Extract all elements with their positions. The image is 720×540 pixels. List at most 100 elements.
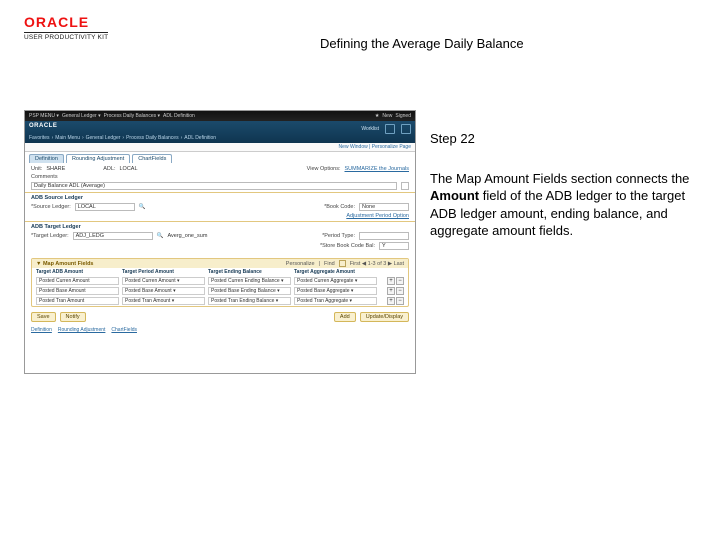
menu-item: Process Daily Balances ▾ <box>104 113 160 119</box>
adjustment-period-link[interactable]: Adjustment Period Option <box>346 213 409 219</box>
adb-amount-field: Posted Base Amount <box>36 287 119 295</box>
viewopt-label: View Options: <box>307 166 341 172</box>
adl-value: LOCAL <box>120 166 138 172</box>
personalize-link[interactable]: Personalize <box>286 261 315 267</box>
aggregate-amount-select[interactable]: Posted Tran Aggregate ▾ <box>294 297 377 305</box>
adb-amount-field: Posted Curren Amount <box>36 277 119 285</box>
expand-icon[interactable] <box>401 182 409 190</box>
menu-item: PSP MENU ▾ <box>29 113 59 119</box>
map-section-heading[interactable]: ▼ Map Amount Fields <box>36 261 94 267</box>
bookcode-select[interactable]: None <box>359 203 409 211</box>
page-header: ORACLE USER PRODUCTIVITY KIT Defining th… <box>0 14 720 54</box>
ending-balance-select[interactable]: Posted Tran Ending Balance ▾ <box>208 297 291 305</box>
instruction-panel: Step 22 The Map Amount Fields section co… <box>430 130 700 240</box>
bookcode-label: *Book Code: <box>324 204 355 210</box>
col-target-adb-amount: Target ADB Amount <box>36 269 119 275</box>
crumb: General Ledger <box>86 135 121 141</box>
add-button[interactable]: Add <box>334 312 356 322</box>
unit-value: SHARE <box>46 166 65 172</box>
col-target-ending-balance: Target Ending Balance <box>208 269 291 275</box>
app-brand: ORACLE <box>29 123 57 129</box>
remove-row-button[interactable]: − <box>396 297 404 305</box>
topbar-label: ★ <box>375 113 379 119</box>
menu-item: General Ledger ▾ <box>62 113 101 119</box>
footer-link-definition[interactable]: Definition <box>31 327 52 333</box>
adb-amount-field: Posted Tran Amount <box>36 297 119 305</box>
codebal-label: *Store Book Code Bal: <box>320 243 375 249</box>
bluebar-tools: Worklist <box>361 124 411 134</box>
footer-links: Definition Rounding Adjustment ChartFiel… <box>25 324 415 336</box>
source-ledger-label: *Source Ledger: <box>31 204 71 210</box>
app-bluebar: ORACLE Favorites› Main Menu› General Led… <box>25 121 415 143</box>
adb-source-heading: ADB Source Ledger <box>31 195 409 201</box>
footer-link-rounding[interactable]: Rounding Adjustment <box>58 327 106 333</box>
adl-label: ADL: <box>103 166 115 172</box>
notify-button[interactable]: Notify <box>60 312 86 322</box>
page-title: Defining the Average Daily Balance <box>320 36 524 51</box>
breadcrumb: Favorites› Main Menu› General Ledger› Pr… <box>29 135 216 141</box>
map-grid-row: Posted Curren Amount Posted Curren Amoun… <box>32 276 408 286</box>
update-display-button[interactable]: Update/Display <box>360 312 409 322</box>
target-ledger-label: *Target Ledger: <box>31 233 69 239</box>
period-amount-select[interactable]: Posted Tran Amount ▾ <box>122 297 205 305</box>
grid-icon[interactable] <box>339 260 346 267</box>
save-button[interactable]: Save <box>31 312 56 322</box>
unit-label: Unit: <box>31 166 42 172</box>
step-body: The Map Amount Fields section connects t… <box>430 170 700 240</box>
aggregate-amount-select[interactable]: Posted Curren Aggregate ▾ <box>294 277 377 285</box>
footer-link-chartfields[interactable]: ChartFields <box>111 327 137 333</box>
map-grid-row: Posted Base Amount Posted Base Amount ▾ … <box>32 286 408 296</box>
adb-target-heading: ADB Target Ledger <box>31 224 409 230</box>
col-target-period-amount: Target Period Amount <box>122 269 205 275</box>
aggregate-amount-select[interactable]: Posted Base Aggregate ▾ <box>294 287 377 295</box>
target-ledger-desc: Averg_one_sum <box>167 233 207 239</box>
tab-rounding-adjustment[interactable]: Rounding Adjustment <box>66 154 130 163</box>
crumb: Process Daily Balances <box>126 135 179 141</box>
lookup-icon[interactable]: 🔍 <box>157 233 164 239</box>
pager-label: First ◀ 1-3 of 3 ▶ Last <box>350 261 404 267</box>
topbar-label: New <box>382 113 392 119</box>
source-ledger-input[interactable]: LOCAL <box>75 203 135 211</box>
lookup-icon[interactable]: 🔍 <box>139 204 146 210</box>
comments-label: Comments <box>31 174 58 180</box>
tab-chartfields[interactable]: ChartFields <box>132 154 172 163</box>
comments-input[interactable]: Daily Balance ADL (Average) <box>31 182 397 190</box>
header-form: Unit: SHARE ADL: LOCAL View Options: SUM… <box>25 163 415 255</box>
period-amount-select[interactable]: Posted Base Amount ▾ <box>122 287 205 295</box>
codebal-select[interactable]: Y <box>379 242 409 250</box>
refresh-icon[interactable] <box>401 124 411 134</box>
crumb: ADL Definition <box>184 135 216 141</box>
period-type-label: *Period Type: <box>322 233 355 239</box>
menu-item: ADL Definition <box>163 113 195 119</box>
add-row-button[interactable]: + <box>387 277 395 285</box>
target-ledger-input[interactable]: ADJ_LEDG <box>73 232 153 240</box>
map-grid-row: Posted Tran Amount Posted Tran Amount ▾ … <box>32 296 408 306</box>
period-type-select[interactable] <box>359 232 409 240</box>
crumb: Favorites <box>29 135 50 141</box>
body-pre: The Map Amount Fields section connects t… <box>430 171 689 186</box>
body-bold: Amount <box>430 188 479 203</box>
page-tabs: Definition Rounding Adjustment ChartFiel… <box>25 152 415 163</box>
page-toolbar: New Window | Personalize Page <box>25 143 415 152</box>
crumb: Main Menu <box>55 135 80 141</box>
topbar-label: Signed <box>395 113 411 119</box>
remove-row-button[interactable]: − <box>396 277 404 285</box>
oracle-logo: ORACLE <box>24 14 108 30</box>
flag-icon[interactable] <box>385 124 395 134</box>
period-amount-select[interactable]: Posted Curren Amount ▾ <box>122 277 205 285</box>
step-label: Step 22 <box>430 130 700 148</box>
browser-topbar: PSP MENU ▾ General Ledger ▾ Process Dail… <box>25 111 415 121</box>
product-name: USER PRODUCTIVITY KIT <box>24 32 108 41</box>
add-row-button[interactable]: + <box>387 287 395 295</box>
find-link[interactable]: Find <box>324 261 335 267</box>
map-amount-fields-section: ▼ Map Amount Fields Personalize| Find Fi… <box>31 258 409 307</box>
tool-label: Worklist <box>361 126 379 132</box>
ending-balance-select[interactable]: Posted Curren Ending Balance ▾ <box>208 277 291 285</box>
tab-definition[interactable]: Definition <box>29 154 64 163</box>
map-grid-header: Target ADB Amount Target Period Amount T… <box>32 268 408 276</box>
viewopt-link[interactable]: SUMMARIZE the Journals <box>345 166 410 172</box>
remove-row-button[interactable]: − <box>396 287 404 295</box>
add-row-button[interactable]: + <box>387 297 395 305</box>
col-target-aggregate-amount: Target Aggregate Amount <box>294 269 377 275</box>
ending-balance-select[interactable]: Posted Base Ending Balance ▾ <box>208 287 291 295</box>
